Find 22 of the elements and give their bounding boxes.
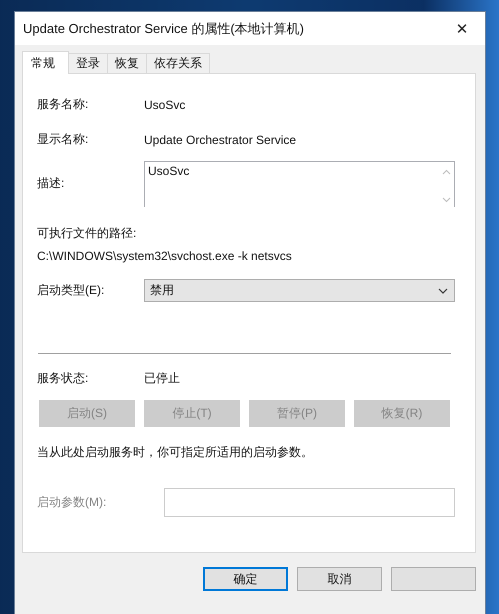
description-field[interactable]: UsoSvc	[144, 161, 455, 207]
close-button[interactable]: ✕	[439, 12, 485, 45]
field-label: 服务名称:	[37, 96, 90, 113]
service-status-value: 已停止	[144, 370, 180, 387]
tab[interactable]: 依存关系	[146, 53, 210, 73]
service-name-value: UsoSvc	[144, 98, 186, 112]
field-label: 启动类型(E):	[37, 282, 106, 299]
display-name-value: Update Orchestrator Service	[144, 132, 296, 146]
field-label: 描述:	[37, 175, 66, 192]
field-label: 服务状态:	[37, 370, 90, 387]
field-label: 启动参数(M):	[37, 494, 108, 511]
hint-text: 当从此处启动服务时，你可指定所适用的启动参数。	[37, 444, 314, 461]
startup-type-dropdown[interactable]: 禁用	[144, 279, 455, 302]
field-label: 可执行文件的路径:	[37, 225, 138, 242]
dialog-button[interactable]	[391, 567, 476, 591]
dialog-button[interactable]: 确定	[203, 567, 288, 591]
dialog-button[interactable]: 取消	[297, 567, 382, 591]
executable-path: C:\WINDOWS\system32\svchost.exe -k netsvcs	[37, 249, 293, 263]
field-label: 显示名称:	[37, 131, 90, 148]
window-title: Update Orchestrator Service 的属性(本地计算机)	[23, 20, 304, 38]
tab[interactable]: 常规	[22, 51, 69, 74]
chevron-down-icon	[438, 288, 448, 294]
